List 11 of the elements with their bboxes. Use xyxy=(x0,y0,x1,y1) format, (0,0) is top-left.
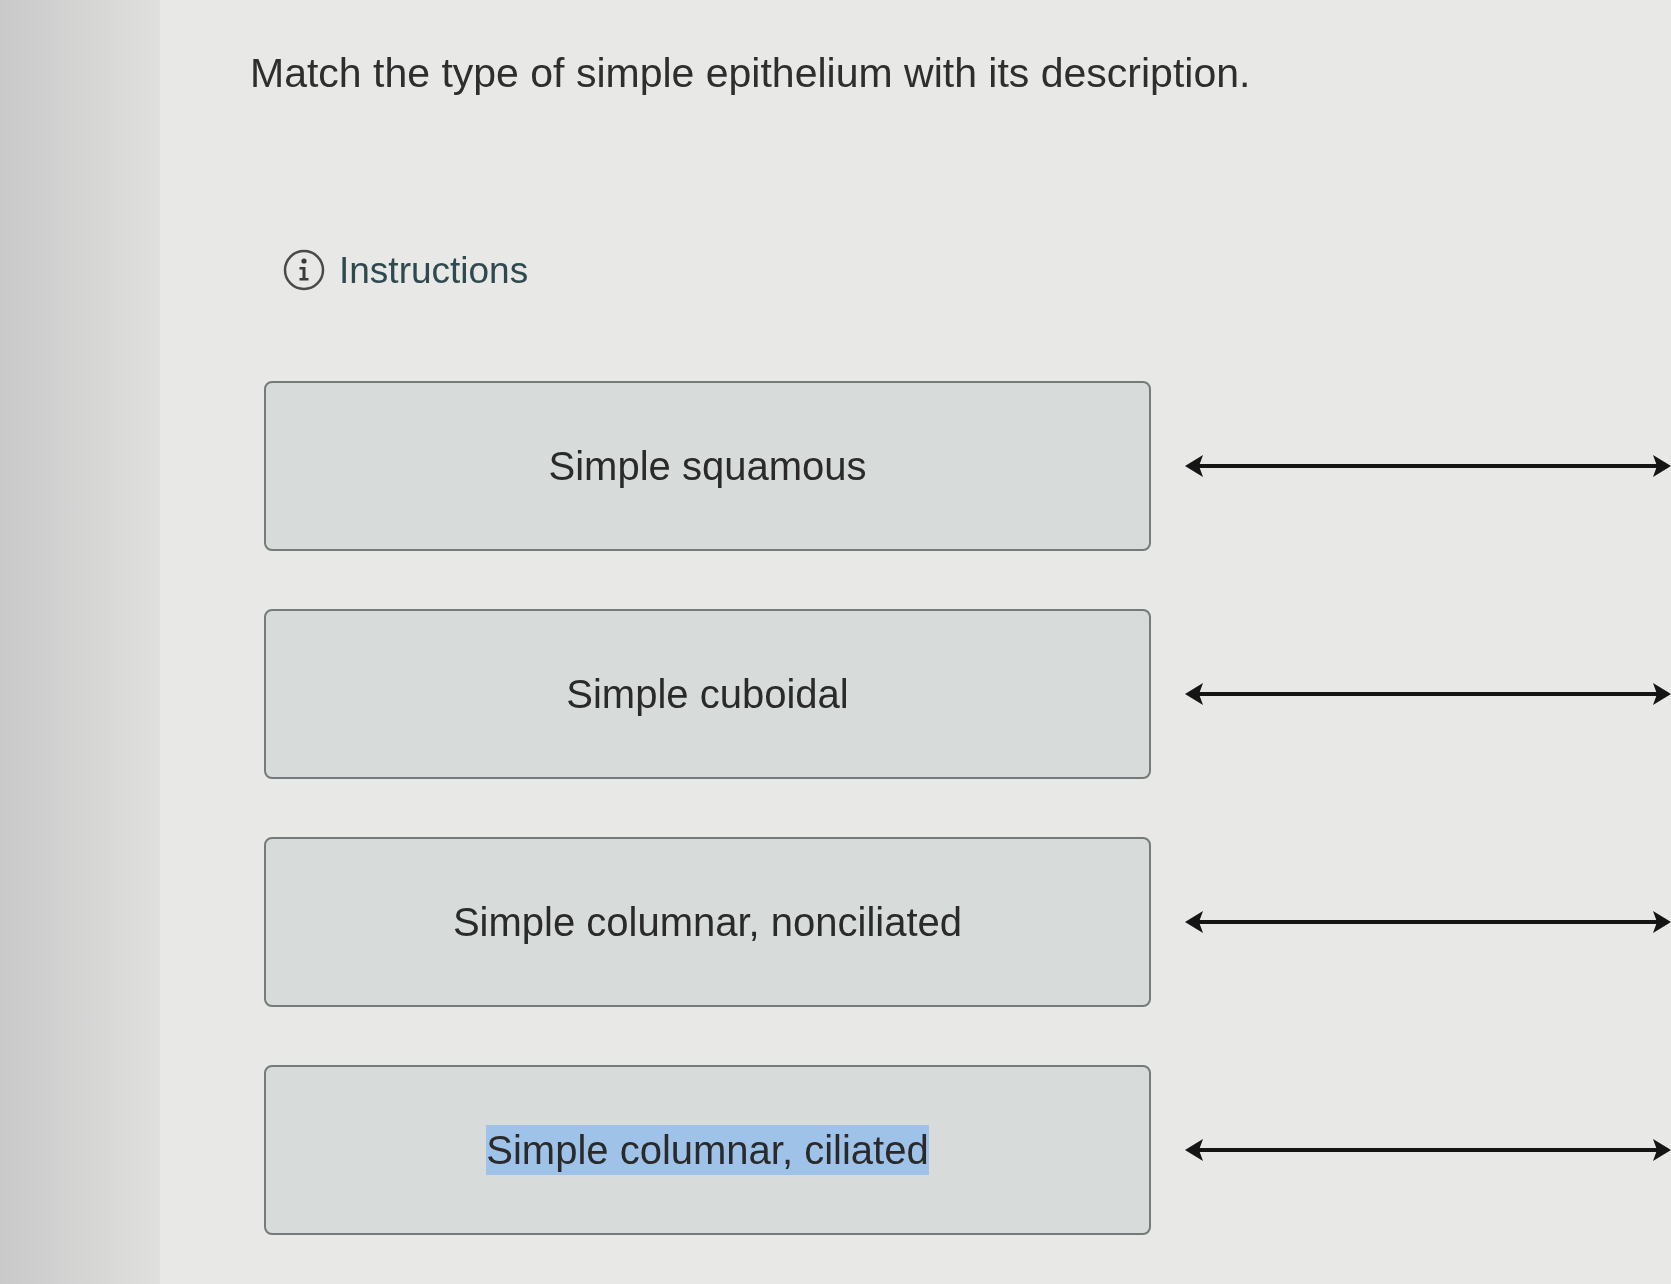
answer-label: Simple squamous xyxy=(548,443,867,491)
answer-label: Simple columnar, nonciliated xyxy=(452,899,963,947)
question-title: Match the type of simple epithelium with its description. xyxy=(250,49,1251,98)
info-icon xyxy=(283,249,325,292)
answer-label: Simple cuboidal xyxy=(566,671,849,719)
answer-card[interactable]: Simple columnar, ciliated xyxy=(264,1065,1151,1236)
answer-label: Simple columnar, ciliated xyxy=(486,1125,929,1176)
instructions-link[interactable]: Instructions xyxy=(339,251,529,289)
answer-card[interactable]: Simple squamous xyxy=(264,381,1151,552)
answer-card[interactable]: Simple columnar, nonciliated xyxy=(264,837,1151,1008)
answer-card[interactable]: Simple cuboidal xyxy=(264,609,1151,780)
